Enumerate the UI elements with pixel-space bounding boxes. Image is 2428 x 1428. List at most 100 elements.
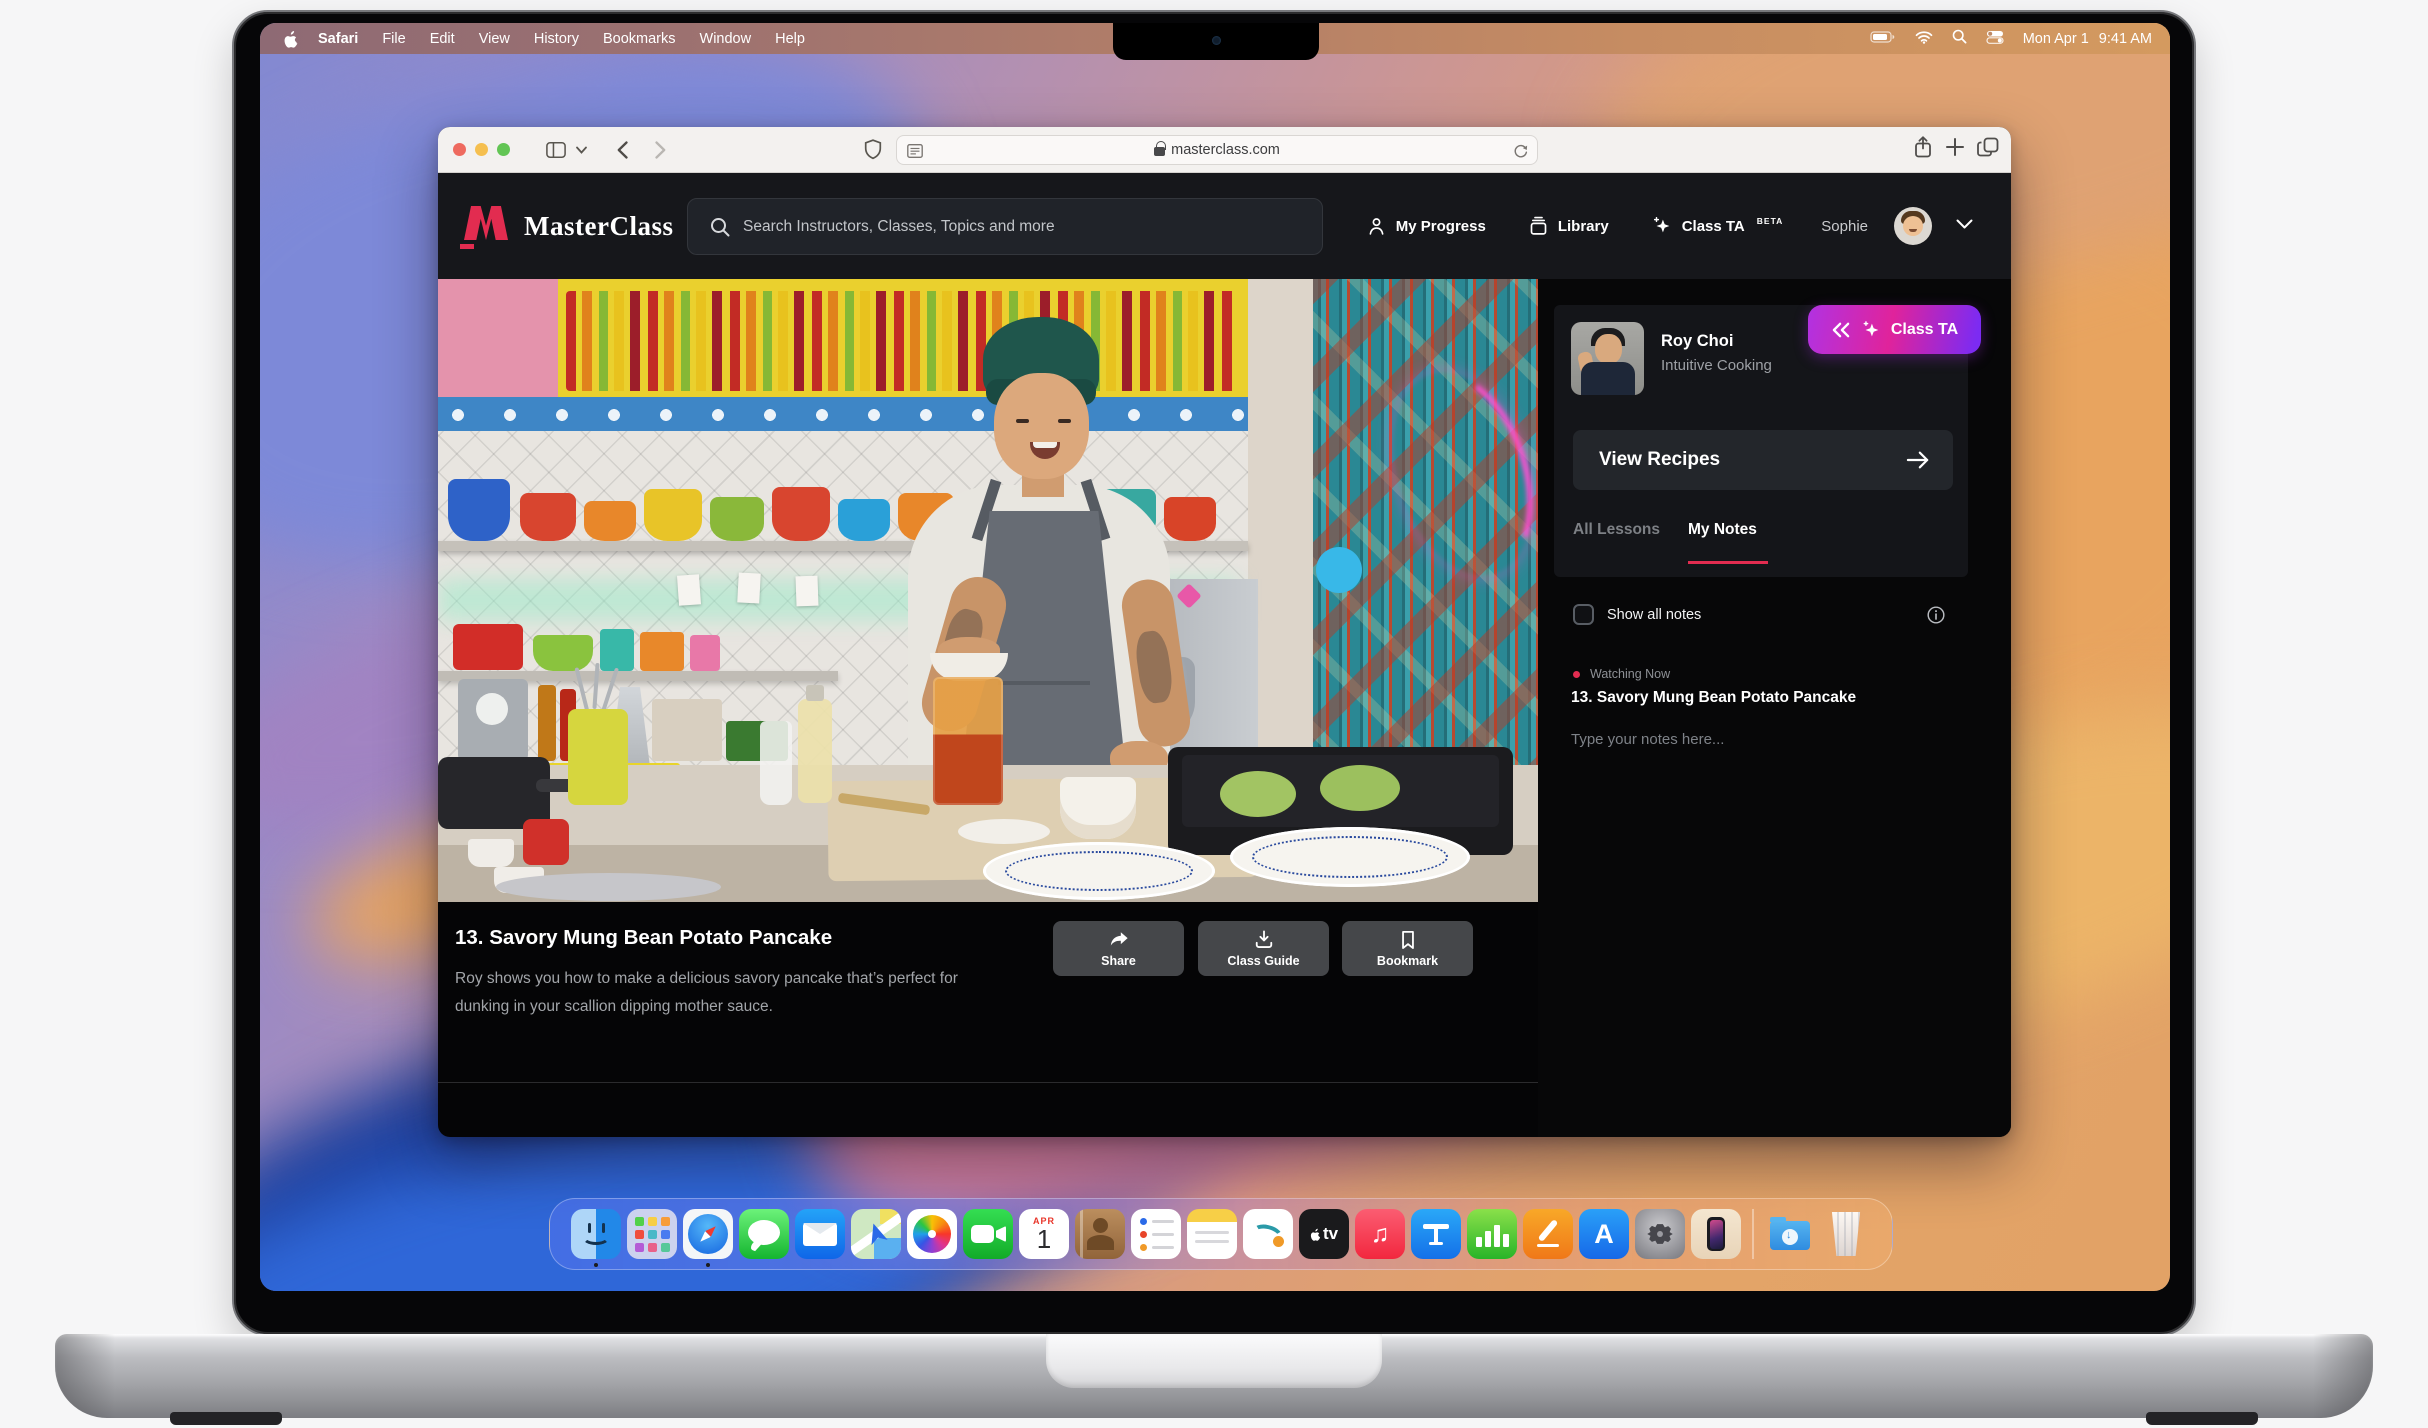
show-all-notes-row: Show all notes [1573, 604, 1701, 625]
minimize-window-button[interactable] [475, 143, 488, 156]
class-guide-button[interactable]: Class Guide [1198, 921, 1329, 976]
menu-clock[interactable]: Mon Apr 1 9:41 AM [2023, 31, 2152, 47]
dock-icon-mail[interactable] [795, 1209, 845, 1259]
nav-class-ta[interactable]: Class TA BETA [1637, 215, 1798, 237]
menu-item-help[interactable]: Help [763, 31, 817, 47]
dotted-plate [1230, 827, 1470, 887]
masterclass-header: MasterClass My Progress Library [438, 173, 2011, 279]
bookmark-button[interactable]: Bookmark [1342, 921, 1473, 976]
dock-icon-iphone-mirroring[interactable] [1691, 1209, 1741, 1259]
menu-item-window[interactable]: Window [688, 31, 764, 47]
lesson-title: 13. Savory Mung Bean Potato Pancake [455, 926, 832, 950]
reload-icon[interactable] [1512, 142, 1529, 163]
macbook-base [55, 1334, 2373, 1418]
menu-item-file[interactable]: File [370, 31, 417, 47]
sidebar-toggle-icon[interactable] [541, 135, 571, 165]
new-tab-icon[interactable] [1945, 135, 1965, 164]
course-name: Intuitive Cooking [1661, 357, 1772, 374]
dock-icon-music[interactable] [1355, 1209, 1405, 1259]
dock-icon-numbers[interactable] [1467, 1209, 1517, 1259]
account-chevron-down-icon[interactable] [1956, 217, 1973, 235]
menu-date: Mon Apr 1 [2023, 31, 2089, 47]
video-player[interactable] [438, 279, 1538, 902]
dock-separator [1752, 1209, 1754, 1259]
notes-input[interactable]: Type your notes here... [1571, 731, 1951, 748]
share-arrow-icon [1108, 930, 1130, 950]
screen: Safari File Edit View History Bookmarks … [260, 23, 2170, 1291]
menu-item-edit[interactable]: Edit [418, 31, 467, 47]
back-button[interactable] [607, 135, 637, 165]
menu-item-bookmarks[interactable]: Bookmarks [591, 31, 688, 47]
spotlight-icon[interactable] [1952, 29, 1967, 48]
zoom-window-button[interactable] [497, 143, 510, 156]
dock-icon-trash[interactable] [1821, 1209, 1871, 1259]
user-name[interactable]: Sophie [1811, 218, 1868, 235]
double-chevron-left-icon [1831, 322, 1851, 338]
dock-icon-finder[interactable] [571, 1209, 621, 1259]
wifi-icon[interactable] [1915, 30, 1933, 48]
dock-icon-system-settings[interactable] [1635, 1209, 1685, 1259]
tab-overview-icon[interactable] [1977, 135, 1999, 164]
dock-icon-safari[interactable] [683, 1209, 733, 1259]
forward-button[interactable] [645, 135, 675, 165]
watching-now-dot [1573, 671, 1580, 678]
dock-icon-maps[interactable] [851, 1209, 901, 1259]
view-recipes-button[interactable]: View Recipes [1573, 430, 1953, 490]
dock-icon-pages[interactable] [1523, 1209, 1573, 1259]
show-all-notes-label: Show all notes [1607, 607, 1701, 623]
search-icon [710, 217, 730, 237]
dock-icon-launchpad[interactable] [627, 1209, 677, 1259]
nav-library[interactable]: Library [1514, 215, 1623, 237]
sidebar-lesson-title: 13. Savory Mung Bean Potato Pancake [1571, 689, 1856, 707]
sidebar-chevron-icon[interactable] [571, 135, 591, 165]
close-window-button[interactable] [453, 143, 466, 156]
show-all-notes-checkbox[interactable] [1573, 604, 1594, 625]
instructor-thumbnail [1571, 322, 1644, 395]
masterclass-wordmark: MasterClass [524, 211, 673, 242]
menu-time: 9:41 AM [2099, 31, 2152, 47]
class-ta-button[interactable]: Class TA [1808, 305, 1981, 354]
tab-my-notes[interactable]: My Notes [1688, 521, 1757, 539]
dock-icon-keynote[interactable] [1411, 1209, 1461, 1259]
dock-icon-messages[interactable] [739, 1209, 789, 1259]
user-avatar[interactable] [1894, 207, 1932, 245]
dock-icon-contacts[interactable] [1075, 1209, 1125, 1259]
share-button[interactable]: Share [1053, 921, 1184, 976]
dock-icon-photos[interactable] [907, 1209, 957, 1259]
nav-my-progress[interactable]: My Progress [1352, 215, 1500, 237]
dock-icon-notes[interactable] [1187, 1209, 1237, 1259]
dock-icon-calendar[interactable]: APR1 [1019, 1209, 1069, 1259]
dock-icon-reminders[interactable] [1131, 1209, 1181, 1259]
watching-now-label: Watching Now [1590, 667, 1670, 681]
dotted-plate [983, 842, 1215, 900]
masterclass-logo[interactable]: MasterClass [460, 204, 673, 248]
address-bar[interactable]: masterclass.com [896, 135, 1538, 165]
dock-icon-app-store[interactable] [1579, 1209, 1629, 1259]
active-tab-underline [1688, 561, 1768, 564]
dock-icon-freeform[interactable] [1243, 1209, 1293, 1259]
masterclass-logo-mark-icon [460, 204, 512, 248]
lesson-description: Roy shows you how to make a delicious sa… [455, 965, 995, 1020]
dock-icon-downloads[interactable] [1765, 1209, 1815, 1259]
battery-icon[interactable] [1870, 30, 1896, 48]
dock: APR1 tv [549, 1198, 1893, 1270]
info-icon[interactable] [1926, 605, 1946, 630]
share-icon[interactable] [1913, 135, 1933, 164]
tab-all-lessons[interactable]: All Lessons [1573, 521, 1660, 539]
menu-item-history[interactable]: History [522, 31, 591, 47]
class-sidebar: Roy Choi Intuitive Cooking Class TA View… [1538, 279, 2011, 1137]
macbook-frame: Safari File Edit View History Bookmarks … [232, 10, 2196, 1336]
menu-item-view[interactable]: View [467, 31, 522, 47]
site-search-bar[interactable] [687, 198, 1323, 255]
download-icon [1253, 930, 1275, 950]
dock-icon-tv[interactable]: tv [1299, 1209, 1349, 1259]
control-center-icon[interactable] [1986, 30, 2004, 48]
reader-icon[interactable] [906, 142, 924, 164]
search-input[interactable] [743, 218, 1322, 236]
watching-now-row: Watching Now [1573, 667, 1670, 681]
laptop-foot [170, 1412, 282, 1425]
privacy-shield-icon[interactable] [858, 135, 888, 165]
menu-item-safari[interactable]: Safari [306, 31, 370, 47]
dock-icon-facetime[interactable] [963, 1209, 1013, 1259]
apple-menu-icon[interactable] [276, 30, 306, 48]
